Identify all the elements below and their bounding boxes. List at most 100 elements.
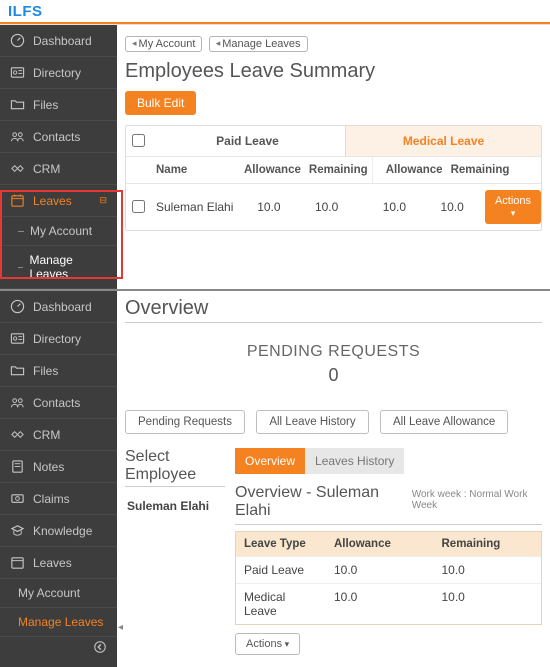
bullet-icon xyxy=(18,267,23,268)
sidebar-label: CRM xyxy=(33,162,60,176)
graduation-icon xyxy=(10,523,25,538)
filter-pills: Pending Requests All Leave History All L… xyxy=(125,410,542,434)
sidebar-item-contacts[interactable]: Contacts xyxy=(0,121,117,153)
sidebar-item-crm[interactable]: CRM xyxy=(0,153,117,185)
sidebar-label: Dashboard xyxy=(33,300,92,314)
employee-selector: Select Employee Suleman Elahi xyxy=(125,448,225,519)
col-paid-allow: Allowance xyxy=(240,157,305,183)
col-med-allow: Allowance xyxy=(382,157,447,183)
sidebar-top: Dashboard Directory Files Contacts CRM xyxy=(0,25,117,289)
mini-cell-allow: 10.0 xyxy=(326,557,434,583)
mini-row: Medical Leave 10.0 10.0 xyxy=(236,583,541,624)
region-bottom: Dashboard Directory Files Contacts CRM N… xyxy=(0,289,550,667)
col-name: Name xyxy=(150,157,240,183)
pending-requests: PENDING REQUESTS 0 xyxy=(125,333,542,404)
note-icon xyxy=(10,459,25,474)
mini-cell-rem: 10.0 xyxy=(434,557,542,583)
sidebar-sub-label: Manage Leaves xyxy=(29,253,107,281)
app-brand: ILFS xyxy=(0,0,550,22)
sidebar-label: Contacts xyxy=(33,396,80,410)
select-all-checkbox[interactable] xyxy=(132,134,145,147)
sidebar-label: Notes xyxy=(33,460,64,474)
sidebar-sub-label: My Account xyxy=(18,586,80,600)
calendar-icon xyxy=(10,193,25,208)
sidebar-sub-manage-leaves[interactable]: Manage Leaves◂ xyxy=(0,608,117,637)
sidebar-item-files[interactable]: Files xyxy=(0,89,117,121)
folder-icon xyxy=(10,363,25,378)
sidebar-item-directory[interactable]: Directory xyxy=(0,323,117,355)
bullet-icon xyxy=(18,231,24,232)
col-med-rem: Remaining xyxy=(447,157,514,183)
sidebar-item-claims[interactable]: Claims xyxy=(0,483,117,515)
sidebar-label: Files xyxy=(33,364,58,378)
employee-item[interactable]: Suleman Elahi xyxy=(125,493,225,519)
id-card-icon xyxy=(10,65,25,80)
handshake-icon xyxy=(10,161,25,176)
sidebar-sub-manage-leaves[interactable]: Manage Leaves xyxy=(0,246,117,289)
sidebar-label: Directory xyxy=(33,66,81,80)
sidebar-item-crm[interactable]: CRM xyxy=(0,419,117,451)
sidebar-item-dashboard[interactable]: Dashboard xyxy=(0,25,117,57)
mini-cell-type: Medical Leave xyxy=(236,584,326,624)
sidebar-bottom: Dashboard Directory Files Contacts CRM N… xyxy=(0,291,117,667)
table-row: Suleman Elahi 10.0 10.0 10.0 10.0 Action… xyxy=(126,184,541,230)
tab-overview[interactable]: Overview xyxy=(235,448,305,474)
mini-col-allow: Allowance xyxy=(326,532,434,556)
group-medical-leave: Medical Leave xyxy=(346,126,541,156)
sidebar-item-contacts[interactable]: Contacts xyxy=(0,387,117,419)
collapse-arrow-icon[interactable] xyxy=(93,640,107,654)
id-card-icon xyxy=(10,331,25,346)
region-top: Dashboard Directory Files Contacts CRM xyxy=(0,25,550,289)
mini-col-rem: Remaining xyxy=(434,532,542,556)
tab-leaves-history[interactable]: Leaves History xyxy=(305,448,404,474)
sidebar-item-leaves[interactable]: Leaves ⊟ xyxy=(0,185,117,217)
sidebar-item-knowledge[interactable]: Knowledge xyxy=(0,515,117,547)
main-top: My Account Manage Leaves Employees Leave… xyxy=(117,25,550,289)
gauge-icon xyxy=(10,33,25,48)
col-paid-rem: Remaining xyxy=(305,157,372,183)
sidebar-item-notes[interactable]: Notes xyxy=(0,451,117,483)
gauge-icon xyxy=(10,299,25,314)
sidebar-label: Contacts xyxy=(33,130,80,144)
pill-pending[interactable]: Pending Requests xyxy=(125,410,245,434)
sidebar-sub-my-account[interactable]: My Account xyxy=(0,579,117,608)
mini-cell-allow: 10.0 xyxy=(326,584,434,624)
bulk-edit-button[interactable]: Bulk Edit xyxy=(125,91,196,115)
select-employee-title: Select Employee xyxy=(125,448,225,487)
sidebar-label: Leaves xyxy=(33,556,72,570)
overview-title: Overview xyxy=(125,297,542,323)
users-icon xyxy=(10,129,25,144)
cell-name: Suleman Elahi xyxy=(150,200,240,214)
pending-count: 0 xyxy=(125,365,542,386)
money-icon xyxy=(10,491,25,506)
folder-icon xyxy=(10,97,25,112)
cell-med-allow: 10.0 xyxy=(366,200,424,214)
sidebar-item-leaves[interactable]: Leaves xyxy=(0,547,117,579)
detail-actions-button[interactable]: Actions xyxy=(235,633,300,655)
row-actions-button[interactable]: Actions xyxy=(485,190,541,224)
sidebar-label: Claims xyxy=(33,492,70,506)
users-icon xyxy=(10,395,25,410)
summary-table: Paid Leave Medical Leave Name Allowance … xyxy=(125,125,542,231)
sidebar-item-files[interactable]: Files xyxy=(0,355,117,387)
sidebar-sub-my-account[interactable]: My Account xyxy=(0,217,117,246)
breadcrumb: My Account Manage Leaves xyxy=(125,35,542,52)
breadcrumb-my-account[interactable]: My Account xyxy=(125,36,202,52)
handshake-icon xyxy=(10,427,25,442)
mini-col-type: Leave Type xyxy=(236,532,326,556)
cell-med-rem: 10.0 xyxy=(423,200,481,214)
main-bottom: Overview PENDING REQUESTS 0 Pending Requ… xyxy=(117,291,550,667)
sidebar-label: Directory xyxy=(33,332,81,346)
chevron-left-icon: ◂ xyxy=(118,622,123,633)
pill-allowance[interactable]: All Leave Allowance xyxy=(380,410,508,434)
collapse-icon: ⊟ xyxy=(99,195,107,206)
group-paid-leave: Paid Leave xyxy=(150,126,346,156)
breadcrumb-manage-leaves[interactable]: Manage Leaves xyxy=(209,36,308,52)
sidebar-item-dashboard[interactable]: Dashboard xyxy=(0,291,117,323)
row-checkbox[interactable] xyxy=(132,200,145,213)
cell-paid-allow: 10.0 xyxy=(240,200,298,214)
sidebar-item-directory[interactable]: Directory xyxy=(0,57,117,89)
pill-history[interactable]: All Leave History xyxy=(256,410,368,434)
work-week-label: Work week : Normal Work Week xyxy=(412,489,542,511)
detail-title: Overview - Suleman Elahi xyxy=(235,484,402,520)
